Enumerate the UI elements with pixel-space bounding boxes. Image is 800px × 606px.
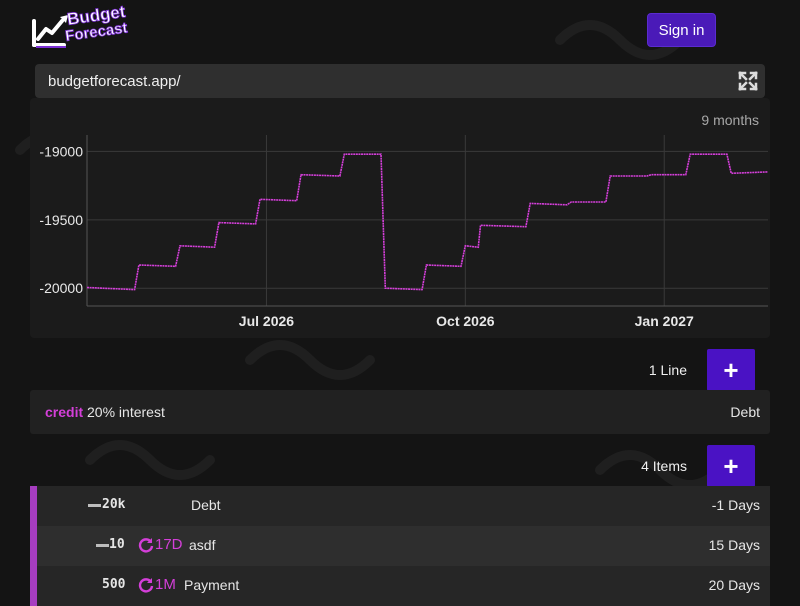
- repeat-icon: [138, 537, 154, 552]
- item-repeat-label: 17D: [155, 536, 183, 553]
- y-tick-label: -19000: [39, 143, 83, 159]
- sign-in-button[interactable]: Sign in: [647, 13, 716, 47]
- url-bar[interactable]: budgetforecast.app/: [35, 64, 765, 98]
- x-tick-label: Jul 2026: [239, 313, 294, 329]
- item-days: -1 Days: [711, 497, 760, 513]
- item-days: 15 Days: [708, 537, 760, 553]
- y-tick-label: -20000: [39, 280, 83, 296]
- item-repeat-label: 1M: [155, 576, 176, 593]
- repeat-icon: [138, 577, 154, 592]
- lines-controls: 1 Line +: [649, 349, 755, 391]
- item-amount: 10: [109, 537, 125, 552]
- x-tick-label: Oct 2026: [436, 313, 495, 329]
- minus-icon: [96, 544, 109, 547]
- line-description: 20% interest: [87, 404, 165, 420]
- line-label: credit 20% interest: [45, 404, 165, 420]
- item-amount: 500: [102, 577, 126, 592]
- minus-icon: [88, 504, 101, 507]
- add-item-button[interactable]: +: [707, 445, 755, 487]
- line-category: Debt: [730, 404, 760, 420]
- item-repeat: 1M: [138, 576, 176, 593]
- expand-icon[interactable]: [737, 70, 759, 92]
- item-row[interactable]: 500 1M Payment 20 Days: [37, 566, 770, 606]
- item-name: asdf: [189, 537, 216, 553]
- items-group-bar: [30, 486, 37, 606]
- item-row[interactable]: 10 17D asdf 15 Days: [37, 526, 770, 566]
- url-text[interactable]: budgetforecast.app/: [48, 73, 181, 90]
- item-name: Payment: [184, 577, 240, 593]
- items-count: 4 Items: [641, 458, 687, 474]
- app-logo[interactable]: Budget Forecast: [30, 5, 140, 53]
- lines-count: 1 Line: [648, 362, 687, 378]
- items-list: 20k Debt -1 Days 10 17D asdf 15 Days 500…: [30, 486, 770, 606]
- item-row[interactable]: 20k Debt -1 Days: [37, 486, 770, 526]
- item-name: Debt: [191, 497, 221, 513]
- forecast-chart-svg: 9 months -19000 -19500 -20000 Jul 2026 Oct 20…: [39, 112, 769, 329]
- forecast-chart: 9 months -19000 -19500 -20000 Jul 2026 Oct 20…: [30, 98, 770, 338]
- line-row[interactable]: credit 20% interest Debt: [30, 390, 770, 434]
- x-tick-label: Jan 2027: [635, 313, 694, 329]
- item-amount: 20k: [102, 497, 126, 512]
- add-line-button[interactable]: +: [707, 349, 755, 391]
- item-repeat: 17D: [138, 536, 183, 553]
- items-controls: 4 Items +: [641, 445, 755, 487]
- y-tick-label: -19500: [39, 212, 83, 228]
- chart-range-label: 9 months: [701, 112, 759, 128]
- balance-line: [86, 153, 769, 291]
- item-days: 20 Days: [708, 577, 760, 593]
- line-tag-credit: credit: [45, 404, 84, 420]
